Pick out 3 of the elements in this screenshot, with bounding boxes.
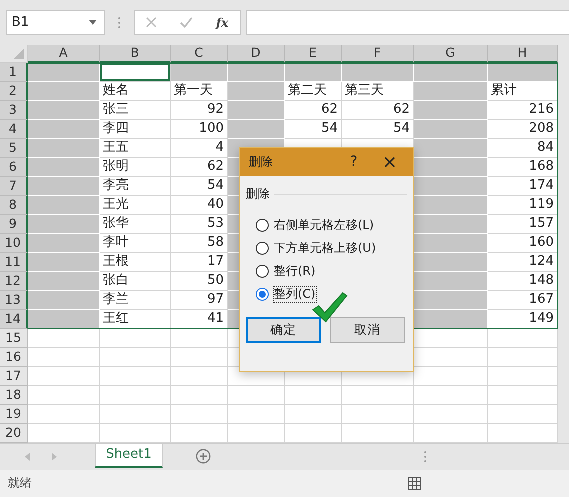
dialog-title: 删除 (249, 154, 274, 170)
status-text: 就绪 (8, 475, 32, 492)
group-label: 删除 (246, 186, 270, 202)
